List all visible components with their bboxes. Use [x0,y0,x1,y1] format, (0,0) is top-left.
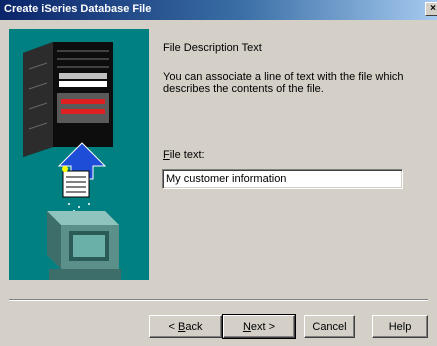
back-button[interactable]: < Back [149,315,222,338]
document-icon [62,166,90,198]
close-icon: × [430,3,436,14]
page-heading: File Description Text [163,42,262,54]
next-button[interactable]: Next > [222,314,296,339]
separator-highlight [9,300,428,301]
cancel-button[interactable]: Cancel [304,315,355,338]
window-title: Create iSeries Database File [4,3,152,15]
server-icon [23,42,113,157]
page-description: You can associate a line of text with th… [163,71,404,95]
help-button[interactable]: Help [372,315,428,338]
close-button[interactable]: × [425,2,437,16]
file-text-input[interactable] [162,169,403,189]
wizard-illustration [9,29,149,280]
file-text-label: File text: [163,149,205,161]
workstation-icon [47,211,121,280]
title-bar: Create iSeries Database File × [0,0,437,20]
